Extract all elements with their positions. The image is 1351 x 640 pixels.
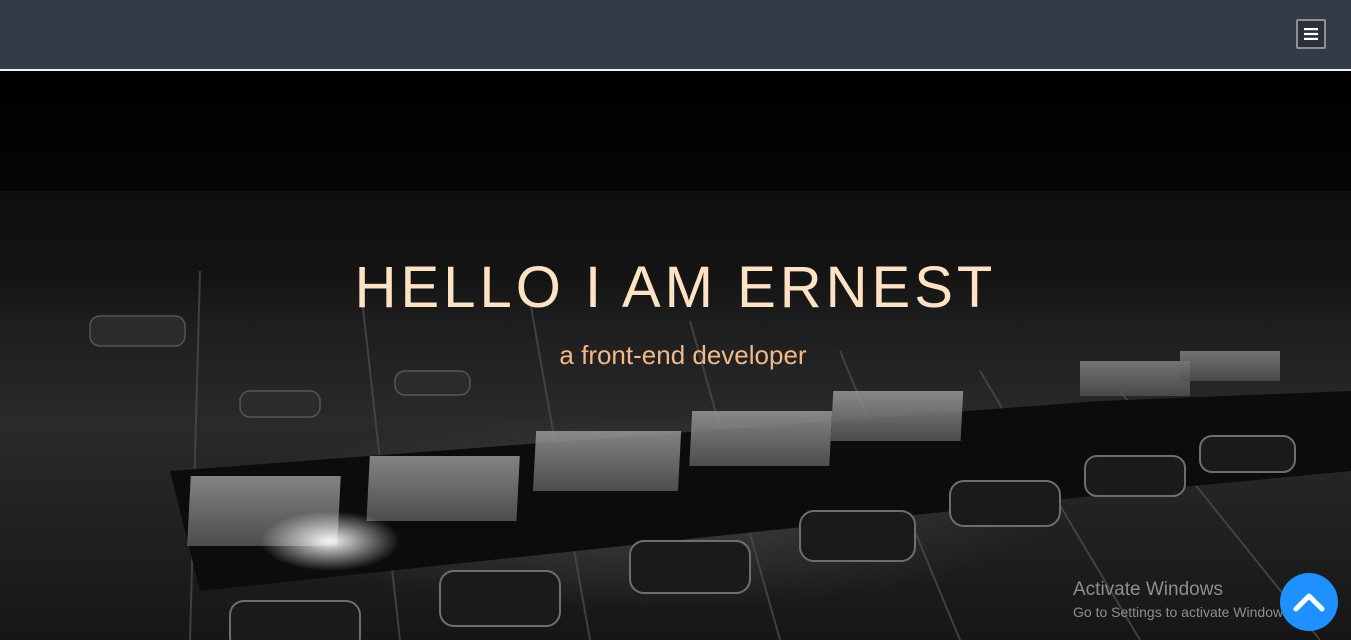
watermark-title: Activate Windows: [1073, 579, 1223, 600]
watermark-subtitle: Go to Settings to activate Windows.: [1073, 604, 1294, 620]
menu-toggle-button[interactable]: [1296, 19, 1326, 49]
hamburger-menu-icon: [1304, 28, 1318, 40]
chevron-up-icon: [1293, 593, 1325, 612]
hero-section: HELLO I AM ERNEST a front-end developer: [0, 71, 1351, 640]
scroll-to-top-button[interactable]: [1280, 573, 1338, 631]
activate-windows-watermark: Activate Windows Go to Settings to activ…: [1073, 579, 1294, 623]
hero-title: HELLO I AM ERNEST: [354, 255, 997, 320]
navbar: [0, 0, 1351, 69]
hero-subtitle: a front-end developer: [559, 340, 807, 370]
